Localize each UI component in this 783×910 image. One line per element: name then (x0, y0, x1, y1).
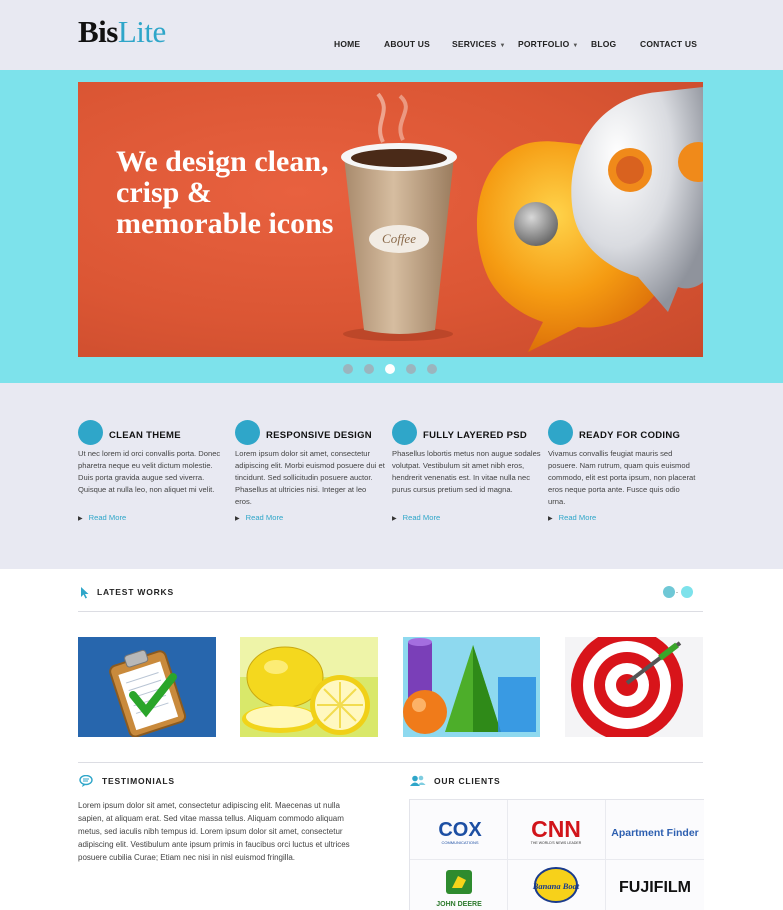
svg-text:COMMUNICATIONS: COMMUNICATIONS (441, 840, 478, 845)
feature-circle-icon (548, 420, 573, 445)
read-more-link[interactable]: ▶ Read More (392, 513, 440, 522)
apartment-finder-logo: Apartment Finder (611, 827, 699, 839)
carousel-prev-button[interactable] (663, 586, 675, 598)
read-more-label: Read More (88, 513, 127, 522)
shapes-icon (403, 637, 540, 737)
header: BisLite HOME ABOUT US SERVICES ▼ PORTFOLI… (0, 0, 783, 70)
carousel-next-button[interactable] (681, 586, 693, 598)
clipboard-icon (78, 637, 216, 737)
latest-works-header: LATEST WORKS - (78, 580, 703, 612)
arrow-right-icon: ▶ (548, 516, 553, 522)
read-more-link[interactable]: ▶ Read More (235, 513, 283, 522)
feature-text: Lorem ipsum dolor sit amet, consectetur … (235, 449, 385, 506)
testimonials-title: TESTIMONIALS (102, 776, 175, 786)
svg-text:THE WORLD'S NEWS LEADER: THE WORLD'S NEWS LEADER (531, 841, 582, 845)
chevron-down-icon: ▼ (572, 43, 579, 49)
section-divider (78, 762, 703, 763)
feature-title: RESPONSIVE DESIGN (266, 430, 372, 441)
target-icon (565, 637, 703, 737)
hero-slide[interactable]: Coffee We design clean, crisp & memorabl… (78, 82, 703, 357)
our-clients-title: OUR CLIENTS (434, 776, 501, 786)
feature-circle-icon (78, 420, 103, 445)
svg-text:COX: COX (438, 819, 482, 841)
svg-text:JOHN DEERE: JOHN DEERE (436, 901, 482, 908)
users-icon (410, 775, 426, 786)
separator-icon: - (676, 590, 678, 596)
clients-grid: COX COMMUNICATIONS CNN THE WORLD'S NEWS … (409, 799, 704, 910)
hero-title: We design clean, crisp & memorable icons (116, 145, 334, 240)
work-thumb-target[interactable] (565, 637, 703, 737)
feature-title: CLEAN THEME (109, 430, 181, 441)
hero-slider: Coffee We design clean, crisp & memorabl… (0, 70, 783, 383)
arrow-right-icon: ▶ (235, 516, 240, 522)
testimonial-text: Lorem ipsum dolor sit amet, consectetur … (78, 801, 350, 862)
feature-text: Vivamus convallis feugiat mauris sed pos… (548, 449, 696, 506)
slider-dot-4[interactable] (406, 364, 416, 374)
feature-title: FULLY LAYERED PSD (423, 430, 527, 441)
speech-bubble-icon (79, 775, 93, 787)
chevron-down-icon: ▼ (499, 43, 506, 49)
read-more-label: Read More (558, 513, 597, 522)
logo-part1: Bis (78, 14, 118, 49)
svg-text:Banana Boat: Banana Boat (532, 881, 580, 891)
client-logo-cox[interactable]: COX COMMUNICATIONS (410, 800, 508, 860)
slider-dot-5[interactable] (427, 364, 437, 374)
nav-portfolio-label: PORTFOLIO (518, 39, 570, 49)
cnn-logo: CNN THE WORLD'S NEWS LEADER (531, 816, 582, 845)
logo[interactable]: BisLite (78, 14, 166, 50)
client-logo-cnn[interactable]: CNN THE WORLD'S NEWS LEADER (508, 800, 606, 860)
arrow-right-icon: ▶ (392, 516, 397, 522)
client-logo-john-deere[interactable]: JOHN DEERE (410, 860, 508, 910)
svg-text:Apartment Finder: Apartment Finder (611, 827, 699, 839)
john-deere-logo: JOHN DEERE (436, 870, 482, 908)
nav-blog[interactable]: BLOG (591, 39, 616, 49)
lemon-icon (240, 637, 378, 737)
feature-title: READY FOR CODING (579, 430, 681, 441)
work-thumb-shapes[interactable] (403, 637, 540, 737)
cursor-icon (81, 587, 89, 599)
feature-text: Ut nec lorem id orci convallis porta. Do… (78, 449, 221, 494)
client-logo-fujifilm[interactable]: FUJIFILM (606, 860, 704, 910)
client-logo-banana-boat[interactable]: Banana Boat (508, 860, 606, 910)
nav-services-label: SERVICES (452, 39, 497, 49)
nav-contact[interactable]: CONTACT US (640, 39, 697, 49)
nav-home[interactable]: HOME (334, 39, 360, 49)
feature-text: Phasellus lobortis metus non augue sodal… (392, 449, 541, 494)
cup-label: Coffee (382, 231, 416, 246)
features-section: CLEAN THEME Ut nec lorem id orci convall… (0, 383, 783, 569)
nav-blog-label: BLOG (591, 39, 617, 49)
works-carousel-nav: - (663, 586, 695, 600)
banana-boat-logo: Banana Boat (532, 867, 580, 903)
nav-about[interactable]: ABOUT US (384, 39, 430, 49)
nav-portfolio[interactable]: PORTFOLIO ▼ (518, 39, 579, 49)
slider-dot-2[interactable] (364, 364, 374, 374)
latest-works-title: LATEST WORKS (97, 587, 174, 597)
slider-dot-1[interactable] (343, 364, 353, 374)
work-thumb-clipboard[interactable] (78, 637, 216, 737)
read-more-link[interactable]: ▶ Read More (78, 513, 126, 522)
client-logo-apartment-finder[interactable]: Apartment Finder (606, 800, 704, 860)
read-more-link[interactable]: ▶ Read More (548, 513, 596, 522)
work-thumb-lemons[interactable] (240, 637, 378, 737)
cox-logo: COX COMMUNICATIONS (438, 819, 482, 845)
fujifilm-logo: FUJIFILM (619, 879, 691, 896)
slider-dot-3[interactable] (385, 364, 395, 374)
arrow-right-icon: ▶ (78, 516, 83, 522)
svg-text:FUJIFILM: FUJIFILM (619, 879, 691, 896)
read-more-label: Read More (245, 513, 284, 522)
logo-part2: Lite (117, 14, 166, 49)
read-more-label: Read More (402, 513, 441, 522)
svg-text:CNN: CNN (531, 816, 581, 842)
nav-services[interactable]: SERVICES ▼ (452, 39, 506, 49)
nav-about-label: ABOUT US (384, 39, 430, 49)
feature-circle-icon (392, 420, 417, 445)
feature-circle-icon (235, 420, 260, 445)
nav-contact-label: CONTACT US (640, 39, 698, 49)
nav-home-label: HOME (334, 39, 361, 49)
